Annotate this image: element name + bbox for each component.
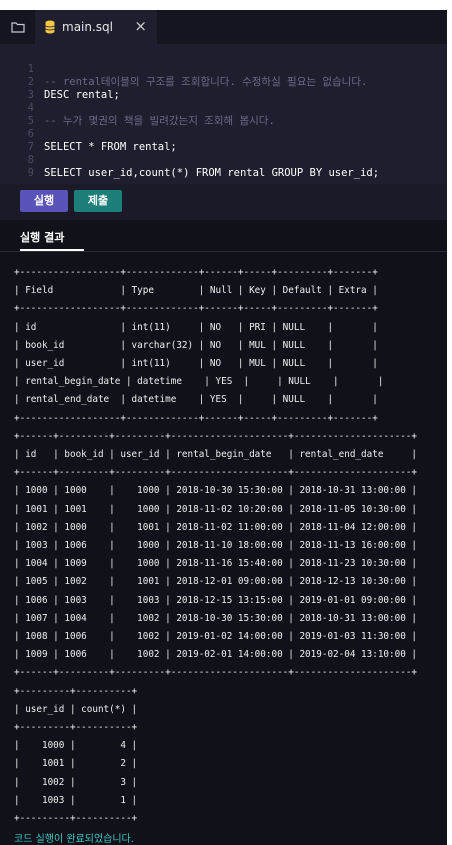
results-panel: 실행 결과 +------------------+-------------+… xyxy=(0,220,447,845)
code-line: 5 xyxy=(0,102,447,127)
submit-button[interactable]: 제출 xyxy=(74,190,122,212)
code-line: 1 -- rental테이블의 구조를 조회합니다. 수정하실 필요는 없습니다… xyxy=(0,50,447,88)
run-button[interactable]: 실행 xyxy=(20,190,68,212)
tab-bar: main.sql × xyxy=(0,10,447,44)
tab-filename: main.sql xyxy=(62,20,113,34)
code-line: 4 -- 누가 몇권의 책을 빌려갔는지 조회해 봅시다. xyxy=(0,89,447,127)
code-line: 7 xyxy=(0,128,447,153)
line-number: 9 xyxy=(27,167,34,179)
status-message: 코드 실행이 완료되었습니다. xyxy=(14,834,134,845)
code-line: 9 xyxy=(0,154,447,179)
code-line: 2 DESC rental; xyxy=(0,63,447,101)
code-editor[interactable]: 1 -- rental테이블의 구조를 조회합니다. 수정하실 필요는 없습니다… xyxy=(0,44,447,184)
query-output: +------------------+-------------+------… xyxy=(14,267,417,825)
divider xyxy=(0,251,447,252)
code-text: SELECT user_id,count(*) FROM rental GROU… xyxy=(44,167,380,179)
code-line: 3 xyxy=(0,76,447,101)
sql-editor-app: main.sql × 1 -- rental테이블의 구조를 조회합니다. 수정… xyxy=(0,10,447,845)
tab-results[interactable]: 실행 결과 xyxy=(20,228,64,250)
tab-main-sql[interactable]: main.sql × xyxy=(35,10,157,44)
code-line: 6 SELECT * FROM rental; xyxy=(0,115,447,153)
action-bar: 실행 제출 xyxy=(0,184,447,220)
close-icon[interactable]: × xyxy=(134,18,147,34)
database-icon xyxy=(45,20,55,34)
code-line: 8 SELECT user_id,count(*) FROM rental GR… xyxy=(0,141,447,179)
folder-icon[interactable] xyxy=(11,20,25,34)
